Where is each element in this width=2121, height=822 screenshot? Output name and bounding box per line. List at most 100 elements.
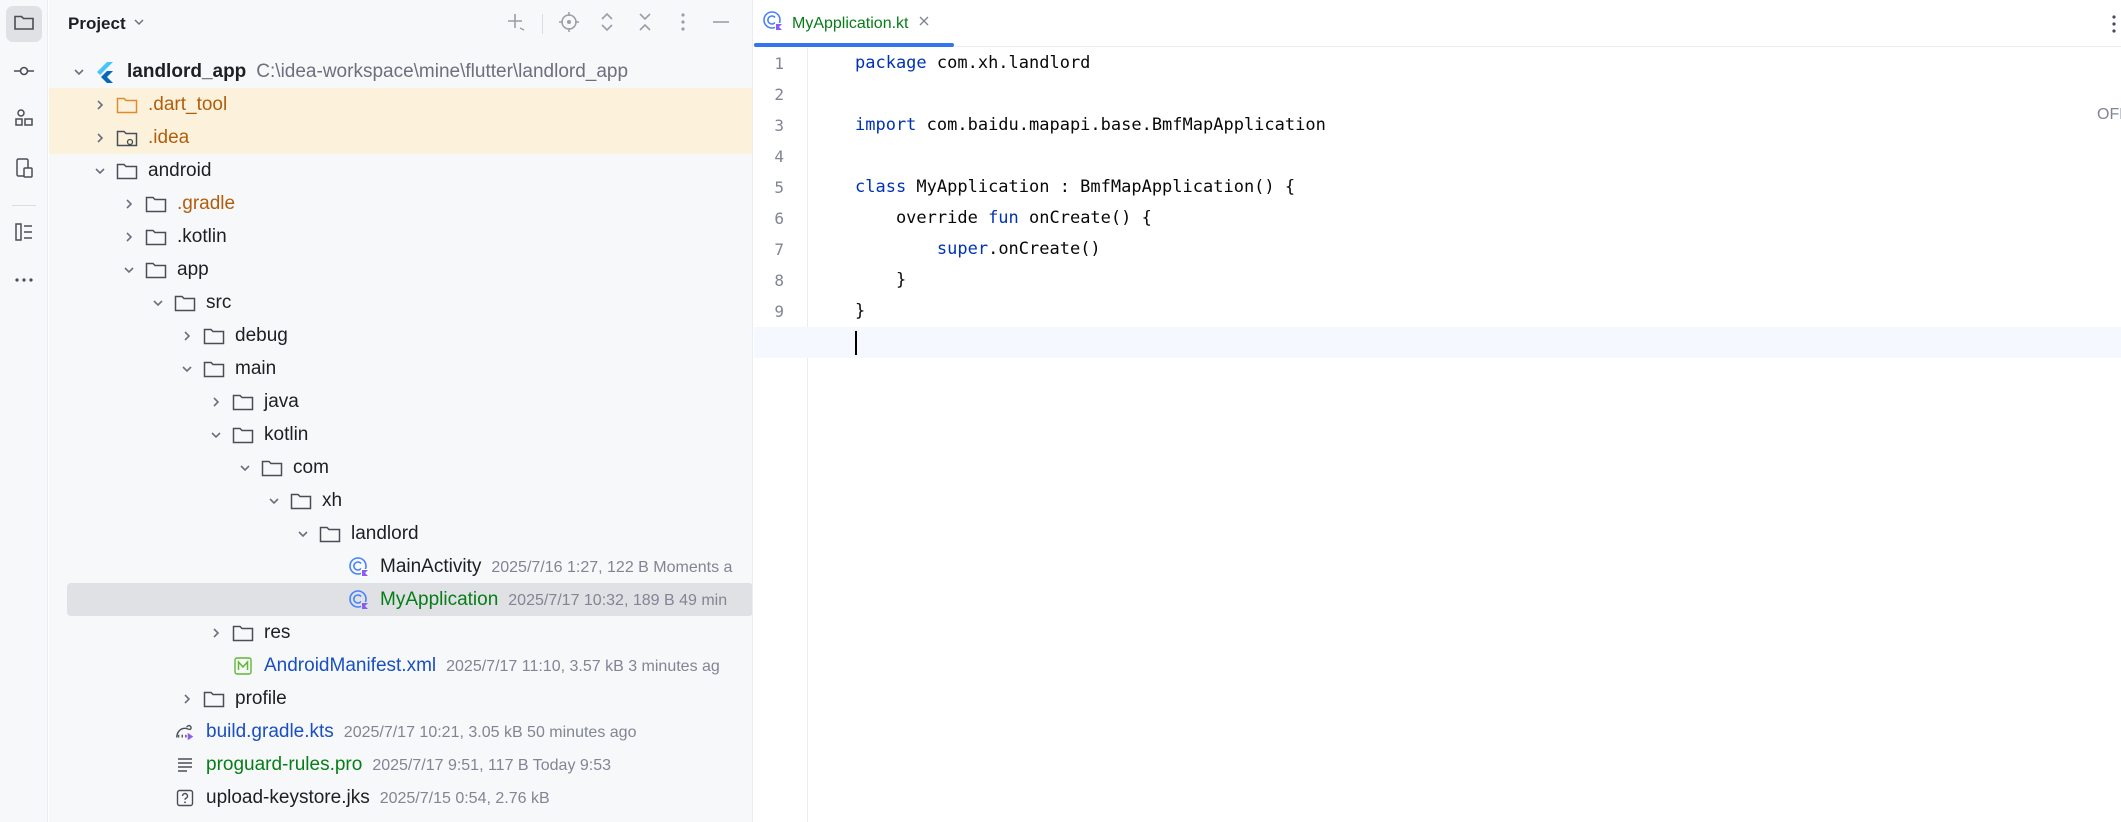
chevron-right-icon[interactable] — [178, 327, 196, 345]
new-file-button[interactable] — [504, 12, 528, 36]
tree-row-main[interactable]: main — [49, 352, 752, 385]
tree-row-upload-keystore[interactable]: upload-keystore.jks 2025/7/15 0:54, 2.76 … — [49, 781, 752, 814]
tree-row-kotlin[interactable]: kotlin — [49, 418, 752, 451]
options-button[interactable] — [671, 12, 695, 36]
chevron-right-icon[interactable] — [120, 228, 138, 246]
tree-row-my-application[interactable]: MyApplication 2025/7/17 10:32, 189 B 49 m… — [49, 583, 752, 616]
tree-label: kotlin — [264, 423, 309, 445]
chevron-down-icon[interactable] — [236, 459, 254, 477]
more-tools-button[interactable] — [6, 264, 42, 300]
folder-icon — [203, 358, 225, 380]
expand-all-icon — [596, 11, 618, 38]
chevron-right-icon[interactable] — [207, 393, 225, 411]
code-line[interactable]: override fun onCreate() { — [754, 203, 2121, 234]
chevron-right-icon[interactable] — [91, 96, 109, 114]
tree-row-main-activity[interactable]: MainActivity 2025/7/16 1:27, 122 B Moment… — [49, 550, 752, 583]
project-path: C:\idea-workspace\mine\flutter\landlord_… — [256, 60, 629, 82]
tree-row-android-manifest[interactable]: AndroidManifest.xml 2025/7/17 11:10, 3.57… — [49, 649, 752, 682]
code-line[interactable]: } — [754, 265, 2121, 296]
code-line[interactable]: class MyApplication : BmfMapApplication(… — [754, 172, 2121, 203]
chevron-down-icon[interactable] — [294, 525, 312, 543]
chevron-right-icon[interactable] — [178, 690, 196, 708]
commit-tool-button[interactable] — [6, 55, 42, 91]
chevron-down-icon[interactable] — [178, 360, 196, 378]
code-line-text: } — [855, 265, 906, 296]
text-file-icon — [174, 754, 196, 776]
file-meta: 2025/7/17 11:10, 3.57 kB 3 minutes ag — [446, 657, 720, 675]
kebab-icon[interactable] — [2107, 12, 2121, 36]
folder-icon — [145, 193, 167, 215]
code-line[interactable]: package com.xh.landlord — [754, 48, 2121, 79]
project-panel: Project landlord_app C:\idea-workspace\m… — [49, 0, 753, 822]
tree-row-kotlin-dir[interactable]: .kotlin — [49, 220, 752, 253]
structure-tool-button[interactable] — [6, 102, 42, 138]
code-line[interactable] — [754, 79, 2121, 110]
tree-row-dart-tool[interactable]: .dart_tool — [49, 88, 752, 121]
chevron-down-icon — [132, 14, 146, 34]
code-line[interactable]: } — [754, 296, 2121, 327]
chevron-down-icon[interactable] — [149, 294, 167, 312]
tree-row-app[interactable]: app — [49, 253, 752, 286]
close-icon[interactable] — [917, 14, 931, 33]
expand-all-button[interactable] — [595, 12, 619, 36]
file-meta: 2025/7/17 9:51, 117 B Today 9:53 — [372, 756, 612, 774]
tree-label: .dart_tool — [148, 93, 228, 115]
code-keyword: super — [936, 239, 989, 259]
folder-icon — [261, 457, 283, 479]
tree-label: AndroidManifest.xml — [264, 654, 437, 676]
code-line-text: class MyApplication : BmfMapApplication(… — [855, 172, 1295, 203]
tree-label: proguard-rules.pro — [206, 753, 363, 775]
tree-label: upload-keystore.jks — [206, 786, 370, 808]
folder-icon — [145, 259, 167, 281]
tab-my-application-kt[interactable]: MyApplication.kt — [754, 0, 954, 47]
tree-row-java[interactable]: java — [49, 385, 752, 418]
tree-row-proguard-rules[interactable]: proguard-rules.pro 2025/7/17 9:51, 117 B … — [49, 748, 752, 781]
tree-row-debug[interactable]: debug — [49, 319, 752, 352]
code-keyword: import — [855, 115, 917, 135]
code-line[interactable]: import com.baidu.mapapi.base.BmfMapAppli… — [754, 110, 2121, 141]
editor-area: MyApplication.kt 1 2 3 4 5 6 7 8 9 10 OF… — [754, 0, 2121, 822]
code-line[interactable] — [754, 141, 2121, 172]
bookmarks-icon — [13, 221, 35, 248]
active-tab-indicator — [754, 43, 954, 47]
tree-row-idea[interactable]: .idea — [49, 121, 752, 154]
tree-row-build-gradle-kts[interactable]: build.gradle.kts 2025/7/17 10:21, 3.05 kB… — [49, 715, 752, 748]
device-manager-tool-button[interactable] — [6, 152, 42, 188]
tree-label: .kotlin — [177, 225, 227, 247]
bookmarks-tool-button[interactable] — [6, 216, 42, 252]
chevron-right-icon[interactable] — [91, 129, 109, 147]
folder-icon — [319, 523, 341, 545]
project-view-selector[interactable]: Project — [68, 14, 146, 34]
tree-label: MainActivity — [380, 555, 482, 577]
chevron-right-icon[interactable] — [207, 624, 225, 642]
chevron-down-icon[interactable] — [91, 162, 109, 180]
select-opened-file-button[interactable] — [557, 11, 581, 38]
tree-label: .gradle — [177, 192, 236, 214]
folder-icon — [232, 391, 254, 413]
tree-row-profile[interactable]: profile — [49, 682, 752, 715]
code-token: } — [855, 301, 866, 321]
chevron-right-icon[interactable] — [120, 195, 138, 213]
tree-row-xh[interactable]: xh — [49, 484, 752, 517]
tree-row-src[interactable]: src — [49, 286, 752, 319]
device-icon — [13, 157, 35, 184]
tree-row-res[interactable]: res — [49, 616, 752, 649]
project-tool-button[interactable] — [6, 6, 42, 42]
code-keyword: class — [855, 177, 907, 197]
tree-row-landlord[interactable]: landlord — [49, 517, 752, 550]
chevron-down-icon[interactable] — [120, 261, 138, 279]
code-line[interactable] — [754, 327, 2121, 358]
tree-row-landlord-app[interactable]: landlord_app C:\idea-workspace\mine\flutt… — [49, 55, 752, 88]
tree-label: xh — [322, 489, 343, 511]
hide-panel-button[interactable] — [709, 12, 733, 36]
chevron-down-icon[interactable] — [70, 63, 88, 81]
tree-row-com[interactable]: com — [49, 451, 752, 484]
code-line[interactable]: super.onCreate() — [754, 234, 2121, 265]
code-editor[interactable]: OFF package com.xh.landlordimport com.ba… — [754, 48, 2121, 822]
locate-icon — [558, 11, 580, 38]
tree-row-gradle-dir[interactable]: .gradle — [49, 187, 752, 220]
tree-row-android[interactable]: android — [49, 154, 752, 187]
chevron-down-icon[interactable] — [265, 492, 283, 510]
collapse-all-button[interactable] — [633, 12, 657, 36]
chevron-down-icon[interactable] — [207, 426, 225, 444]
